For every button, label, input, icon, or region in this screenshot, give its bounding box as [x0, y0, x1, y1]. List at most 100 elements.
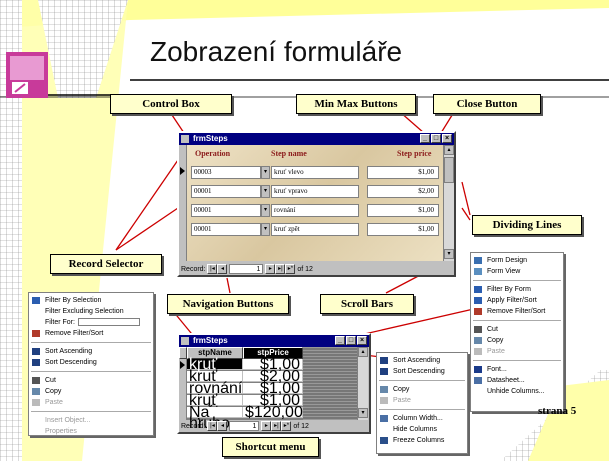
combo-arrow-icon[interactable]: ▾ [261, 166, 270, 179]
menu-separator [31, 371, 151, 372]
maximize-icon[interactable]: □ [346, 336, 356, 345]
menu-freeze-columns[interactable]: Freeze Columns [377, 435, 467, 446]
new-record-icon[interactable]: ▸* [285, 264, 296, 274]
datasheet-icon [474, 377, 482, 384]
last-record-icon[interactable]: ▸| [271, 421, 282, 431]
copy-icon [32, 388, 40, 395]
row1-price[interactable]: $1,00 [367, 166, 439, 179]
menu-form-view[interactable]: Form View [471, 266, 563, 277]
design-icon [474, 257, 482, 264]
row1-op[interactable]: 00003 [191, 166, 261, 179]
nav-current-record[interactable]: 1 [229, 421, 260, 431]
menu-filter-excluding[interactable]: Filter Excluding Selection [29, 306, 153, 317]
form-window[interactable]: frmSteps _ □ × Operation Step name Step … [177, 131, 456, 277]
row2-name[interactable]: kruť vpravo [271, 185, 359, 198]
grid-cell-price[interactable]: $120,00 [243, 405, 303, 421]
menu-sort-ascending[interactable]: Sort Ascending [29, 346, 153, 357]
menu-sort-ascending[interactable]: Sort Ascending [377, 355, 467, 366]
prev-record-icon[interactable]: ◂ [217, 264, 228, 274]
row4-name[interactable]: kruť zpět [271, 223, 359, 236]
new-record-icon[interactable]: ▸* [281, 421, 292, 431]
close-icon[interactable]: × [442, 134, 452, 143]
menu-apply-filter[interactable]: Apply Filter/Sort [471, 295, 563, 306]
header-operation: Operation [195, 149, 231, 158]
datasheet-titlebar[interactable]: frmSteps _ □ × [179, 335, 369, 347]
funnel-icon [474, 297, 482, 304]
row2-price[interactable]: $2,00 [367, 185, 439, 198]
close-icon[interactable]: × [357, 336, 367, 345]
scroll-thumb[interactable] [444, 157, 454, 183]
datasheet-title: frmSteps [193, 336, 228, 345]
menu-copy[interactable]: Copy [471, 335, 563, 346]
next-record-icon[interactable]: ▸ [261, 421, 272, 431]
menu-datasheet[interactable]: Datasheet... [471, 375, 563, 386]
combo-arrow-icon[interactable]: ▾ [261, 185, 270, 198]
form-window-titlebar[interactable]: frmSteps _ □ × [179, 133, 454, 145]
menu-cut[interactable]: Cut [471, 324, 563, 335]
first-record-icon[interactable]: |◂ [207, 264, 218, 274]
vertical-scrollbar[interactable]: ▴ ▾ [357, 347, 368, 420]
menu-filter-by-form[interactable]: Filter By Form [471, 284, 563, 295]
grid-cell-name[interactable]: Na hrubo [187, 405, 243, 432]
control-box-icon[interactable] [181, 135, 189, 143]
nav-current-record[interactable]: 1 [229, 264, 264, 274]
last-record-icon[interactable]: ▸| [275, 264, 286, 274]
slide: Zobrazení formuláře Control Box Min Max … [0, 0, 609, 461]
menu-cut[interactable]: Cut [29, 375, 153, 386]
grid-corner[interactable] [179, 347, 187, 359]
menu-filter-for[interactable]: Filter For: [29, 317, 153, 328]
menu-copy[interactable]: Copy [377, 384, 467, 395]
current-record-icon [180, 167, 185, 175]
scroll-down-icon[interactable]: ▾ [358, 408, 368, 418]
menu-hide-columns[interactable]: Hide Columns [377, 424, 467, 435]
row3-op[interactable]: 00001 [191, 204, 261, 217]
row3-price[interactable]: $1,00 [367, 204, 439, 217]
nav-total-records: 12 [301, 422, 309, 430]
sort-ascending-icon [380, 357, 388, 364]
row1-name[interactable]: kruť vlevo [271, 166, 359, 179]
minimize-icon[interactable]: _ [335, 336, 345, 345]
form-context-menu: Form Design Form View Filter By Form App… [470, 252, 564, 412]
menu-form-design[interactable]: Form Design [471, 255, 563, 266]
maximize-icon[interactable]: □ [431, 134, 441, 143]
combo-arrow-icon[interactable]: ▾ [261, 223, 270, 236]
control-box-icon[interactable] [181, 337, 189, 345]
prev-record-icon[interactable]: ◂ [217, 421, 228, 431]
scroll-down-icon[interactable]: ▾ [444, 249, 454, 259]
menu-unhide-columns[interactable]: Unhide Columns... [471, 386, 563, 397]
record-selector[interactable] [179, 145, 187, 261]
next-record-icon[interactable]: ▸ [265, 264, 276, 274]
menu-paste: Paste [471, 346, 563, 357]
copy-icon [474, 337, 482, 344]
menu-font[interactable]: Font... [471, 364, 563, 375]
menu-remove-filter[interactable]: Remove Filter/Sort [471, 306, 563, 317]
row4-price[interactable]: $1,00 [367, 223, 439, 236]
menu-copy[interactable]: Copy [29, 386, 153, 397]
minimize-icon[interactable]: _ [420, 134, 430, 143]
scroll-up-icon[interactable]: ▴ [358, 347, 368, 357]
scroll-up-icon[interactable]: ▴ [444, 145, 454, 155]
menu-remove-filter[interactable]: Remove Filter/Sort [29, 328, 153, 339]
menu-separator [473, 360, 561, 361]
filter-for-input[interactable] [77, 318, 140, 327]
row2-op[interactable]: 00001 [191, 185, 261, 198]
callout-dividing-lines: Dividing Lines [472, 215, 582, 235]
menu-separator [31, 411, 151, 412]
menu-sort-descending[interactable]: Sort Descending [29, 357, 153, 368]
first-record-icon[interactable]: |◂ [207, 421, 218, 431]
menu-separator [379, 409, 465, 410]
menu-sort-descending[interactable]: Sort Descending [377, 366, 467, 377]
menu-separator [379, 380, 465, 381]
menu-separator [473, 320, 561, 321]
callout-min-max: Min Max Buttons [296, 94, 416, 114]
combo-arrow-icon[interactable]: ▾ [261, 204, 270, 217]
menu-filter-by-selection[interactable]: Filter By Selection [29, 295, 153, 306]
vertical-scrollbar[interactable]: ▴ ▾ [443, 145, 454, 261]
menu-column-width[interactable]: Column Width... [377, 413, 467, 424]
nav-record-label: Record: [181, 422, 206, 430]
row4-op[interactable]: 00001 [191, 223, 261, 236]
menu-paste: Paste [29, 397, 153, 408]
menu-insert-object: Insert Object... [45, 417, 91, 424]
row3-name[interactable]: rovnání [271, 204, 359, 217]
datasheet-window[interactable]: frmSteps _ □ × stpName stpPrice kruť vle… [177, 333, 371, 434]
